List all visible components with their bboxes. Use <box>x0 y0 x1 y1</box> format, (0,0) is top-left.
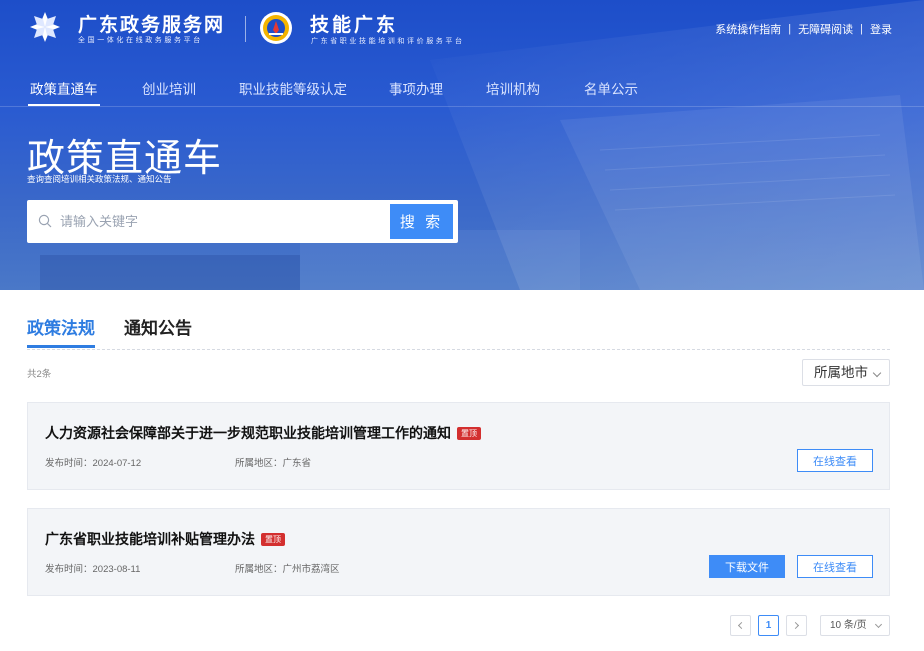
city-filter-label: 所属地市 <box>814 365 868 380</box>
site-name[interactable]: 广东政务服务网 <box>78 10 225 37</box>
list-item-title[interactable]: 人力资源社会保障部关于进一步规范职业技能培训管理工作的通知 置顶 <box>45 423 481 443</box>
page-size-label: 10 条/页 <box>830 620 867 631</box>
nav-item-training-institutions[interactable]: 培训机构 <box>486 78 540 98</box>
main-nav: 政策直通车 创业培训 职业技能等级认定 事项办理 培训机构 名单公示 <box>0 70 924 106</box>
skills-guangdong-emblem-icon[interactable] <box>258 10 294 46</box>
nav-item-affairs[interactable]: 事项办理 <box>389 78 443 98</box>
gov-service-logo-icon[interactable] <box>28 10 62 44</box>
region-label: 所属地区： <box>235 564 283 575</box>
search-input[interactable] <box>60 208 380 234</box>
chevron-right-icon <box>791 621 800 630</box>
next-page-button[interactable] <box>786 615 807 636</box>
download-file-button[interactable]: 下载文件 <box>709 555 785 578</box>
list-item[interactable]: 广东省职业技能培训补贴管理办法 置顶 发布时间：2023-08-11 所属地区：广… <box>27 508 890 596</box>
site-subtitle: 全国一体化在线政务服务平台 <box>78 37 203 44</box>
result-count: 共2条 <box>27 369 52 380</box>
city-filter-select[interactable]: 所属地市 <box>802 359 890 386</box>
list-item-title[interactable]: 广东省职业技能培训补贴管理办法 置顶 <box>45 529 285 549</box>
page-number-current[interactable]: 1 <box>758 615 779 636</box>
region: 所属地区：广州市荔湾区 <box>235 561 340 575</box>
view-online-button[interactable]: 在线查看 <box>797 449 873 472</box>
region-label: 所属地区： <box>235 458 283 469</box>
list-item-title-text[interactable]: 人力资源社会保障部关于进一步规范职业技能培训管理工作的通知 <box>45 425 451 441</box>
top-bar: 广东政务服务网 全国一体化在线政务服务平台 技能广东 广东省职业技能培训和评价服… <box>0 0 924 56</box>
pinned-badge: 置顶 <box>261 533 285 546</box>
publish-time-value: 2023-08-11 <box>92 564 141 575</box>
nav-item-entrepreneurship-training[interactable]: 创业培训 <box>142 78 196 98</box>
chevron-left-icon <box>737 621 746 630</box>
region-value: 广东省 <box>282 458 312 469</box>
tab-policies[interactable]: 政策法规 <box>27 314 95 339</box>
brand-subtitle: 广东省职业技能培训和评价服务平台 <box>311 38 465 45</box>
nav-item-skill-level-certification[interactable]: 职业技能等级认定 <box>239 78 347 98</box>
publish-time-label: 发布时间： <box>45 458 93 469</box>
nav-divider <box>0 106 924 107</box>
prev-page-button[interactable] <box>730 615 751 636</box>
nav-item-public-lists[interactable]: 名单公示 <box>584 78 638 98</box>
list-item[interactable]: 人力资源社会保障部关于进一步规范职业技能培训管理工作的通知 置顶 发布时间：202… <box>27 402 890 490</box>
publish-time-value: 2024-07-12 <box>92 458 142 469</box>
view-online-button[interactable]: 在线查看 <box>797 555 873 578</box>
brand-name[interactable]: 技能广东 <box>310 10 398 37</box>
publish-time: 发布时间：2023-08-11 <box>45 561 140 575</box>
operation-guide-link[interactable]: 系统操作指南 <box>715 21 781 37</box>
hero-banner: 广东政务服务网 全国一体化在线政务服务平台 技能广东 广东省职业技能培训和评价服… <box>0 0 924 290</box>
header-divider <box>245 16 246 42</box>
page-size-select[interactable]: 10 条/页 <box>820 615 890 636</box>
tab-announcements[interactable]: 通知公告 <box>124 314 192 339</box>
link-separator: | <box>860 23 863 35</box>
chevron-down-icon <box>872 368 882 378</box>
tab-divider <box>27 349 890 350</box>
region-value: 广州市荔湾区 <box>282 564 340 575</box>
publish-time-label: 发布时间： <box>45 564 93 575</box>
accessible-reading-link[interactable]: 无障碍阅读 <box>798 21 853 37</box>
top-links: 系统操作指南 | 无障碍阅读 | 登录 <box>715 21 892 37</box>
search-icon <box>38 214 52 228</box>
login-link[interactable]: 登录 <box>870 21 892 37</box>
publish-time: 发布时间：2024-07-12 <box>45 455 141 469</box>
link-separator: | <box>788 23 792 35</box>
list-item-title-text[interactable]: 广东省职业技能培训补贴管理办法 <box>45 531 255 547</box>
search-button[interactable]: 搜 索 <box>390 204 453 239</box>
page-subtitle: 查询查阅培训相关政策法规、通知公告 <box>27 174 172 184</box>
tab-active-indicator <box>27 345 95 348</box>
nav-item-policy[interactable]: 政策直通车 <box>30 78 98 98</box>
chevron-down-icon <box>874 620 883 629</box>
pinned-badge: 置顶 <box>457 427 481 440</box>
region: 所属地区：广东省 <box>235 455 311 469</box>
